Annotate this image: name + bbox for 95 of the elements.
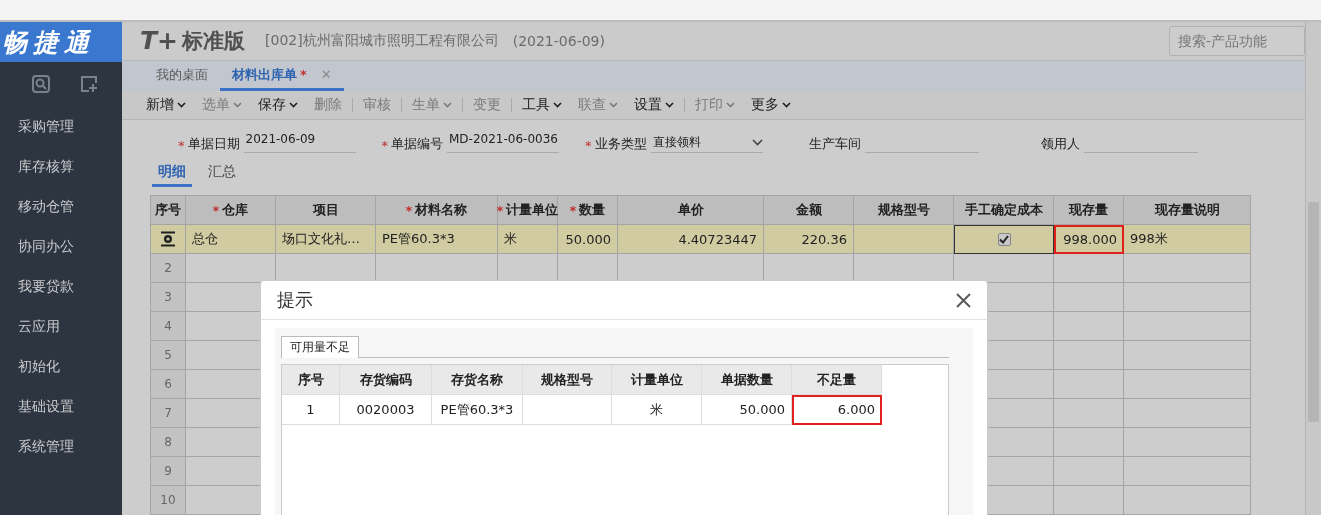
chevron-down-icon	[609, 101, 618, 108]
column-header: 手工确定成本	[954, 196, 1054, 225]
close-icon[interactable]	[956, 292, 971, 308]
column-header: 计量单位	[612, 365, 702, 395]
table-cell	[1054, 399, 1124, 428]
sidebar-item[interactable]: 库存核算	[0, 146, 122, 186]
sidebar-item[interactable]: 采购管理	[0, 106, 122, 146]
input-field[interactable]: 2021-06-09	[243, 132, 356, 153]
toolbar-button[interactable]: 工具	[516, 95, 568, 114]
column-header: 现存量	[1054, 196, 1124, 225]
required-mark: *	[585, 138, 592, 153]
table-cell: 220.36	[764, 225, 854, 254]
table-cell: 4.40723447	[618, 225, 764, 254]
product-name: 标准版	[182, 27, 245, 55]
tab[interactable]: 我的桌面	[144, 65, 220, 91]
table-cell: 998.000	[1054, 225, 1124, 254]
chevron-down-icon	[553, 101, 562, 108]
table-cell: 50.000	[558, 225, 618, 254]
column-header: 序号	[282, 365, 340, 395]
table-cell: PE管60.3*3	[432, 395, 523, 425]
row-number: 5	[151, 341, 186, 370]
row-number: 6	[151, 370, 186, 399]
table-cell	[1054, 312, 1124, 341]
login-date: (2021-06-09)	[512, 32, 605, 49]
chevron-down-icon	[177, 101, 186, 108]
search-icon[interactable]	[32, 75, 50, 93]
table-cell: 998米	[1124, 225, 1251, 254]
table-cell: 0020003	[340, 395, 432, 425]
dropdown-field[interactable]: 直接领料	[650, 132, 763, 153]
table-cell	[1054, 486, 1124, 515]
tab[interactable]: 汇总	[202, 163, 242, 187]
column-header: 单据数量	[702, 365, 792, 395]
table-cell	[1054, 370, 1124, 399]
tab[interactable]: 明细	[152, 163, 192, 187]
table-cell	[1054, 254, 1124, 283]
chevron-down-icon	[233, 101, 242, 108]
table-cell: 50.000	[702, 395, 792, 425]
sidebar-item[interactable]: 系统管理	[0, 426, 122, 466]
chevron-down-icon	[443, 101, 452, 108]
search-field[interactable]: 搜索-产品功能	[1169, 25, 1305, 56]
table-cell	[1054, 283, 1124, 312]
chevron-down-icon	[289, 101, 298, 108]
table-cell: 场口文化礼…	[276, 225, 376, 254]
tab[interactable]: 可用量不足	[281, 336, 359, 358]
sidebar-item[interactable]: 我要贷款	[0, 266, 122, 306]
row-number: 9	[151, 457, 186, 486]
field-label: 业务类型	[594, 135, 647, 153]
required-mark: *	[178, 138, 185, 153]
table-cell	[1054, 428, 1124, 457]
column-header: 不足量	[792, 365, 882, 395]
logo-text: 畅捷通	[2, 26, 95, 59]
gear-icon[interactable]	[160, 231, 176, 247]
column-header: 存货名称	[432, 365, 523, 395]
table-cell: 米	[498, 225, 558, 254]
sidebar-item[interactable]: 协同办公	[0, 226, 122, 266]
table-cell	[1054, 341, 1124, 370]
column-header: 规格型号	[523, 365, 612, 395]
product-logo-mark: T+	[140, 26, 178, 56]
chevron-down-icon	[751, 138, 763, 146]
add-icon[interactable]	[80, 75, 98, 93]
chevron-down-icon	[782, 101, 791, 108]
column-header: 存货编码	[340, 365, 432, 395]
field-label: 领用人	[1040, 135, 1080, 153]
table-cell: PE管60.3*3	[376, 225, 498, 254]
sidebar-item[interactable]: 初始化	[0, 346, 122, 386]
required-mark: *	[381, 138, 388, 153]
sidebar-item[interactable]: 云应用	[0, 306, 122, 346]
chevron-down-icon	[665, 101, 674, 108]
checkbox[interactable]	[997, 233, 1011, 246]
sidebar-item[interactable]: 基础设置	[0, 386, 122, 426]
chevron-down-icon	[726, 101, 735, 108]
field-label: 单据日期	[187, 135, 240, 153]
field-label: 单据编号	[391, 135, 443, 153]
table-cell	[1054, 457, 1124, 486]
input-field[interactable]: MD-2021-06-0036	[447, 132, 559, 153]
row-number: 3	[151, 283, 186, 312]
sidebar-item[interactable]: 移动仓管	[0, 186, 122, 226]
row-number: 8	[151, 428, 186, 457]
toolbar-button[interactable]: 新增	[140, 95, 192, 114]
row-number: 4	[151, 312, 186, 341]
row-number: 7	[151, 399, 186, 428]
row-number: 2	[151, 254, 186, 283]
toolbar-button[interactable]: 设置	[628, 95, 680, 114]
row-number: 10	[151, 486, 186, 515]
dialog-title: 提示	[277, 288, 313, 312]
table-cell: 总仓	[186, 225, 276, 254]
scrollbar[interactable]	[1305, 22, 1321, 515]
toolbar-button[interactable]: 保存	[252, 95, 304, 114]
company-name: [002]杭州富阳城市照明工程有限公司	[265, 31, 499, 50]
table-cell: 米	[612, 395, 702, 425]
toolbar-button[interactable]: 更多	[745, 95, 797, 114]
modified-mark: *	[300, 67, 307, 83]
field-label: 生产车间	[808, 135, 861, 153]
table-cell: 1	[282, 395, 340, 425]
table-cell: 6.000	[792, 395, 882, 425]
